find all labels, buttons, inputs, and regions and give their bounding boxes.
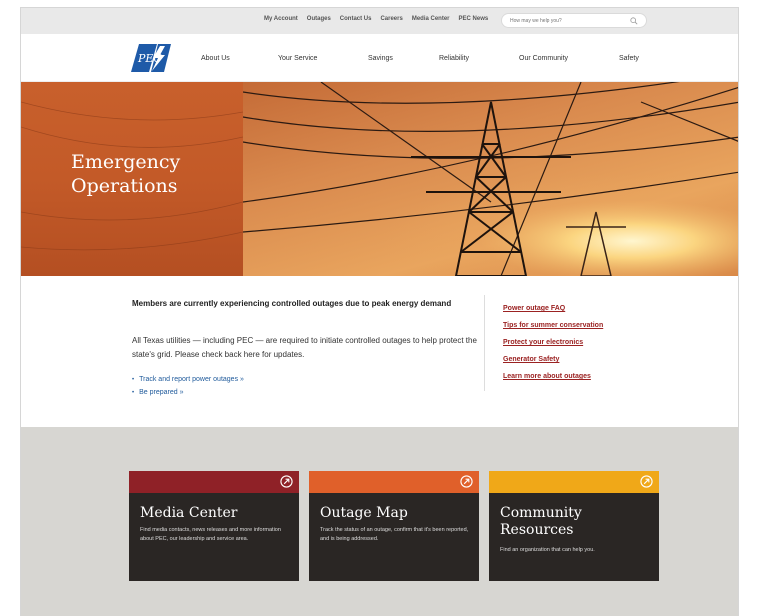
main-nav: PEC About Us Your Service Savings Reliab… — [21, 34, 738, 82]
card-color-strip — [309, 471, 479, 493]
community-resources-card[interactable]: Community Resources Find an organization… — [489, 471, 659, 581]
utility-bar: My Account Outages Contact Us Careers Me… — [21, 8, 738, 34]
track-outages-link[interactable]: Track and report power outages » — [132, 374, 244, 387]
alert-body: All Texas utilities — including PEC — ar… — [132, 336, 477, 359]
card-title-line2: Resources — [500, 522, 574, 538]
protect-electronics-link[interactable]: Protect your electronics — [503, 334, 603, 351]
utility-link-media-center[interactable]: Media Center — [412, 16, 450, 22]
arrow-circle-icon[interactable] — [280, 475, 293, 488]
card-title-line1: Community — [500, 505, 582, 521]
hero-title-panel: Emergency Operations — [21, 82, 243, 276]
nav-about-us[interactable]: About Us — [201, 55, 230, 62]
vertical-divider — [484, 295, 485, 391]
utility-link-pec-news[interactable]: PEC News — [459, 16, 489, 22]
utility-link-careers[interactable]: Careers — [380, 16, 402, 22]
alert-links: Track and report power outages » Be prep… — [132, 374, 244, 399]
be-prepared-link[interactable]: Be prepared » — [132, 387, 244, 400]
side-links: Power outage FAQ Tips for summer conserv… — [503, 300, 603, 385]
generator-safety-link[interactable]: Generator Safety — [503, 351, 603, 368]
card-description: Track the status of an outage, confirm t… — [320, 527, 469, 542]
arrow-circle-icon[interactable] — [640, 475, 653, 488]
nav-safety[interactable]: Safety — [619, 55, 639, 62]
alert-heading: Members are currently experiencing contr… — [132, 299, 452, 308]
utility-link-outages[interactable]: Outages — [307, 16, 331, 22]
card-color-strip — [489, 471, 659, 493]
card-description: Find media contacts, news releases and m… — [140, 527, 281, 542]
nav-savings[interactable]: Savings — [368, 55, 393, 62]
card-title: Community Resources — [500, 505, 650, 539]
utility-link-contact-us[interactable]: Contact Us — [340, 16, 372, 22]
search-box — [501, 13, 647, 28]
hero-title: Emergency Operations — [71, 150, 231, 198]
feature-cards-section: Media Center Find media contacts, news r… — [21, 427, 738, 616]
logo-text: PEC — [137, 52, 162, 65]
outage-map-card[interactable]: Outage Map Track the status of an outage… — [309, 471, 479, 581]
alert-section: Members are currently experiencing contr… — [21, 276, 738, 427]
media-center-card[interactable]: Media Center Find media contacts, news r… — [129, 471, 299, 581]
card-description: Find an organization that can help you. — [500, 547, 595, 553]
browser-page: My Account Outages Contact Us Careers Me… — [20, 7, 739, 616]
hero-banner: Emergency Operations — [21, 82, 738, 276]
nav-reliability[interactable]: Reliability — [439, 55, 469, 62]
card-title: Outage Map — [320, 505, 408, 521]
card-title: Media Center — [140, 505, 238, 521]
search-input[interactable] — [510, 16, 620, 26]
nav-your-service[interactable]: Your Service — [278, 55, 317, 62]
arrow-circle-icon[interactable] — [460, 475, 473, 488]
hero-title-line1: Emergency — [71, 151, 181, 173]
utility-links: My Account Outages Contact Us Careers Me… — [264, 16, 488, 22]
power-outage-faq-link[interactable]: Power outage FAQ — [503, 300, 603, 317]
hero-title-line2: Operations — [71, 175, 178, 197]
summer-conservation-link[interactable]: Tips for summer conservation — [503, 317, 603, 334]
nav-our-community[interactable]: Our Community — [519, 55, 568, 62]
card-color-strip — [129, 471, 299, 493]
learn-about-outages-link[interactable]: Learn more about outages — [503, 368, 603, 385]
search-icon[interactable] — [630, 17, 638, 25]
pec-logo[interactable]: PEC — [127, 41, 173, 75]
utility-link-my-account[interactable]: My Account — [264, 16, 298, 22]
